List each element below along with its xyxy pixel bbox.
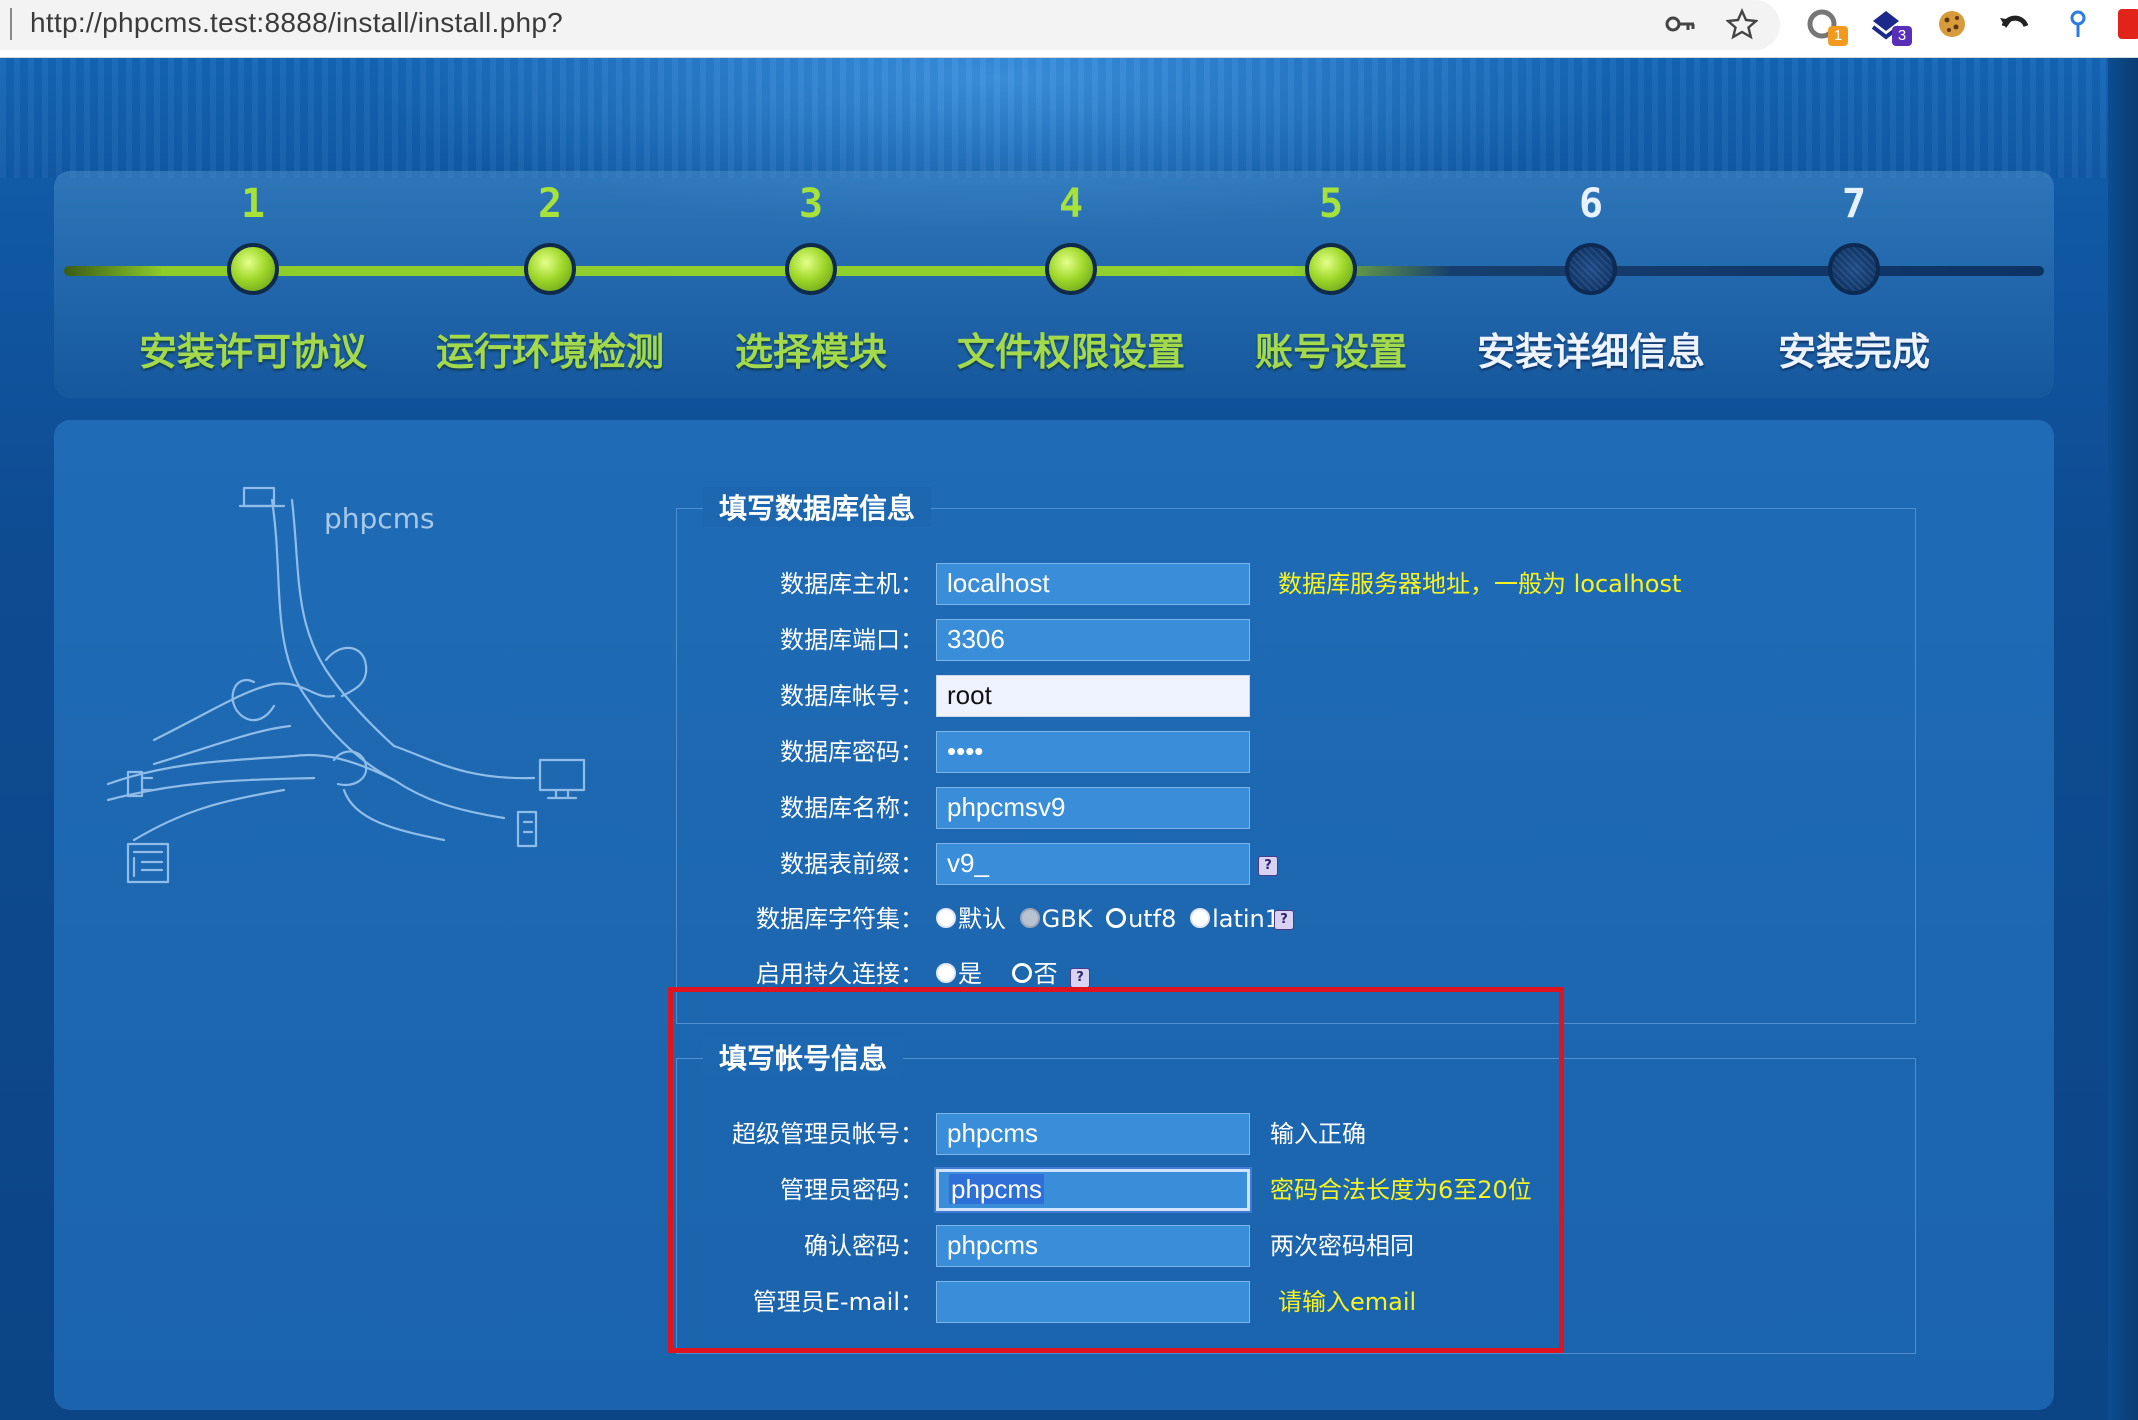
step-6: 6 安装详细信息 — [1461, 171, 1721, 398]
db-port-input[interactable]: 3306 — [936, 619, 1250, 661]
pin-icon[interactable] — [2058, 4, 2098, 44]
step-done-dot — [1045, 243, 1097, 295]
pconnect-no-radio[interactable] — [1011, 963, 1032, 983]
help-icon[interactable]: ? — [1274, 910, 1294, 930]
step-number: 4 — [1058, 181, 1084, 227]
db-charset-radios: 默认 GBK utf8 latin1 — [936, 897, 1280, 941]
charset-utf8-radio[interactable] — [1106, 908, 1127, 928]
extension-badge: 1 — [1828, 26, 1848, 46]
undo-icon[interactable] — [1994, 4, 2034, 44]
step-done-dot — [227, 243, 279, 295]
step-4: 4 文件权限设置 — [941, 171, 1201, 398]
extension-badge: 3 — [1892, 26, 1912, 46]
step-3: 3 选择模块 — [681, 171, 941, 398]
pconnect-option-label: 是 — [958, 960, 982, 988]
step-number: 7 — [1841, 181, 1867, 227]
extension-refresh-icon[interactable]: 1 — [1802, 4, 1848, 46]
phpcms-brand-text: phpcms — [324, 502, 435, 535]
db-user-input[interactable]: root — [936, 675, 1250, 717]
step-label: 安装完成 — [1777, 330, 1930, 374]
database-legend: 填写数据库信息 — [703, 487, 932, 527]
step-number: 2 — [537, 181, 563, 227]
db-name-input[interactable]: phpcmsv9 — [936, 787, 1250, 829]
cookie-icon[interactable] — [1932, 4, 1972, 44]
db-password-label: 数据库密码： — [780, 738, 924, 766]
page-edge — [2108, 58, 2138, 1420]
db-password-input[interactable]: •••• — [936, 731, 1250, 773]
charset-gbk-radio[interactable] — [1019, 908, 1040, 928]
charset-option-label: 默认 — [958, 905, 1006, 933]
db-prefix-label: 数据表前缀： — [780, 850, 924, 878]
step-label: 安装许可协议 — [138, 330, 367, 374]
key-icon[interactable] — [1660, 4, 1700, 44]
step-7: 7 安装完成 — [1724, 171, 1984, 398]
step-done-dot — [785, 243, 837, 295]
step-pending-dot — [1565, 243, 1617, 295]
step-pending-dot — [1828, 243, 1880, 295]
star-icon[interactable] — [1722, 4, 1762, 44]
address-bar[interactable]: http://phpcms.test:8888/install/install.… — [0, 0, 1780, 50]
extension-shield-icon[interactable]: 3 — [1866, 4, 1912, 46]
db-name-label: 数据库名称： — [780, 794, 924, 822]
extension-red-icon[interactable] — [2118, 4, 2138, 44]
charset-option-label: utf8 — [1128, 905, 1177, 933]
step-number: 6 — [1578, 181, 1604, 227]
step-1: 1 安装许可协议 — [123, 171, 383, 398]
db-user-label: 数据库帐号： — [780, 682, 924, 710]
step-number: 1 — [240, 181, 266, 227]
db-prefix-input[interactable]: v9_ — [936, 843, 1250, 885]
highlight-annotation-box — [668, 987, 1564, 1353]
db-charset-label: 数据库字符集： — [756, 905, 924, 933]
step-number: 5 — [1318, 181, 1344, 227]
help-icon[interactable]: ? — [1258, 856, 1278, 876]
charset-option-label: GBK — [1041, 905, 1093, 933]
step-5: 5 账号设置 — [1201, 171, 1461, 398]
charset-latin1-radio[interactable] — [1190, 908, 1211, 928]
browser-toolbar: http://phpcms.test:8888/install/install.… — [0, 0, 2138, 58]
charset-default-radio[interactable] — [936, 908, 956, 928]
help-icon[interactable]: ? — [1070, 968, 1090, 988]
step-2: 2 运行环境检测 — [420, 171, 680, 398]
db-port-label: 数据库端口： — [780, 626, 924, 654]
db-host-label: 数据库主机： — [780, 570, 924, 598]
pconnect-yes-radio[interactable] — [936, 963, 956, 983]
install-steps: 1 安装许可协议 2 运行环境检测 3 选择模块 4 文件权限设置 5 账号设置… — [54, 171, 2054, 398]
db-host-hint: 数据库服务器地址，一般为 localhost — [1278, 570, 1682, 598]
charset-option-label: latin1 — [1212, 905, 1281, 933]
url-text[interactable]: http://phpcms.test:8888/install/install.… — [30, 7, 563, 39]
step-done-dot — [1305, 243, 1357, 295]
pconnect-option-label: 否 — [1033, 960, 1058, 988]
text-caret — [10, 8, 12, 40]
step-done-dot — [524, 243, 576, 295]
step-number: 3 — [798, 181, 824, 227]
db-host-input[interactable]: localhost — [936, 563, 1250, 605]
